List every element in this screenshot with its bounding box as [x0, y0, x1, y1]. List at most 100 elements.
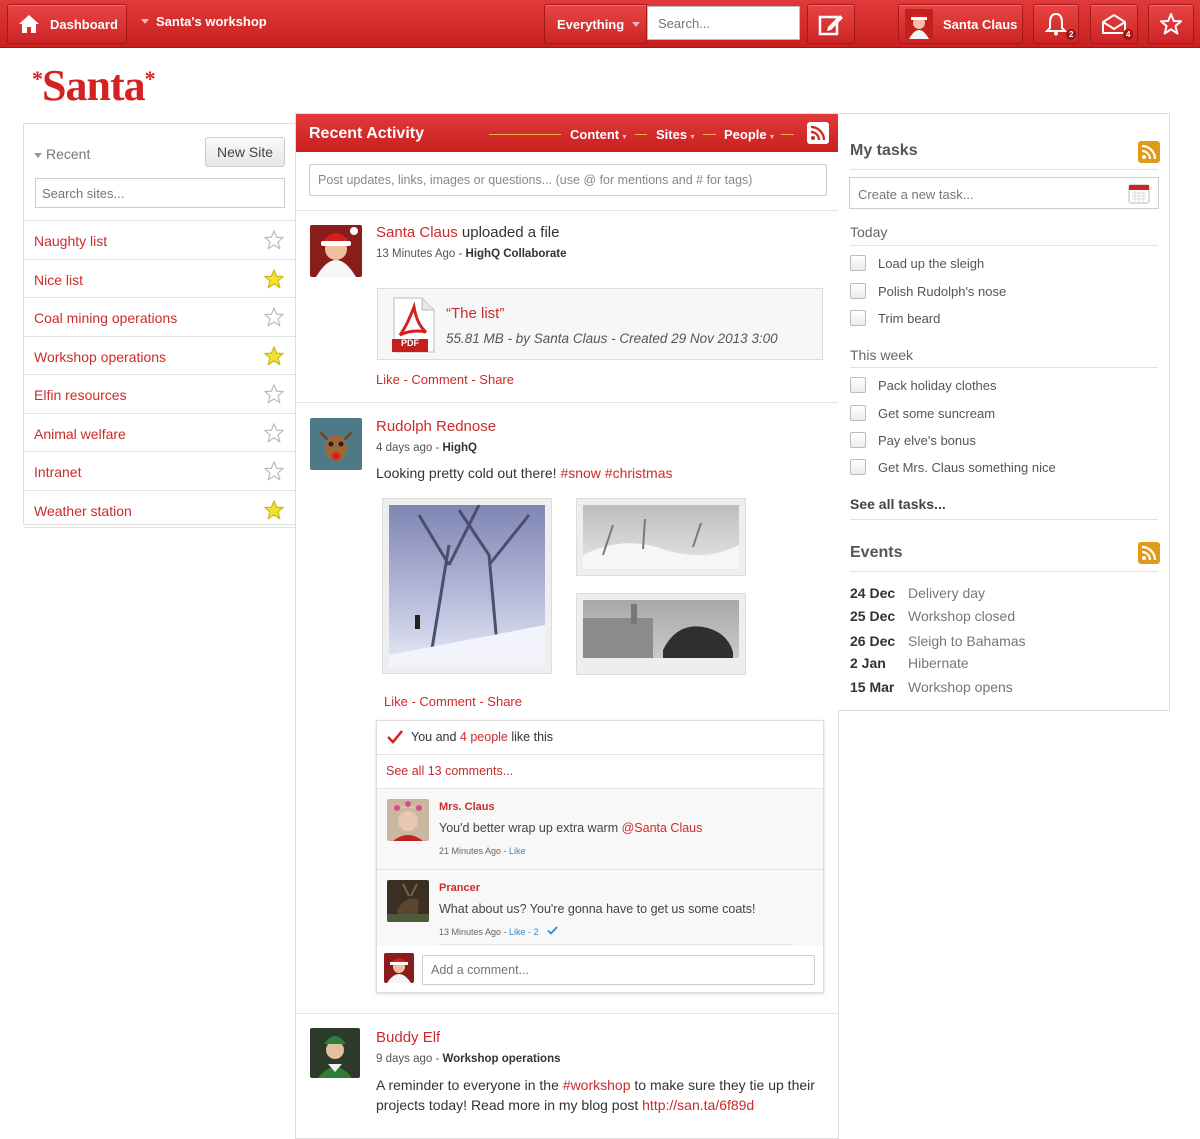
comments-box: You and 4 people like this See all 13 co…: [376, 720, 824, 993]
see-all-comments-link[interactable]: See all 13 comments...: [386, 764, 513, 778]
task-item[interactable]: Polish Rudolph's nose: [850, 283, 1006, 299]
avatar[interactable]: [310, 418, 362, 470]
rss-icon[interactable]: [1138, 141, 1160, 163]
sidebar-site-item[interactable]: Intranet: [24, 451, 295, 490]
compose-button[interactable]: [807, 4, 855, 44]
search-scope-dropdown[interactable]: Everything: [544, 4, 647, 44]
divider: [850, 245, 1158, 246]
star-outline-icon[interactable]: [263, 229, 285, 251]
star-filled-icon[interactable]: [263, 268, 285, 290]
sidebar-site-item[interactable]: Workshop operations: [24, 335, 295, 375]
search-input[interactable]: [647, 6, 800, 40]
filter-people[interactable]: People ▼: [724, 127, 776, 142]
avatar[interactable]: [310, 1028, 360, 1078]
divider: [296, 402, 838, 403]
event-item[interactable]: 26 Dec Sleigh to Bahamas: [850, 633, 1026, 649]
workshop-chevron-icon[interactable]: [141, 19, 149, 24]
comment-author[interactable]: Prancer: [439, 882, 480, 894]
mention-link[interactable]: @Santa Claus: [622, 821, 703, 835]
filter-content[interactable]: Content ▼: [570, 127, 628, 142]
comment-like-link[interactable]: Like - 2: [509, 927, 539, 937]
photo-lion-statue[interactable]: [577, 594, 745, 674]
event-item[interactable]: 25 Dec Workshop closed: [850, 608, 1015, 624]
rss-icon[interactable]: [807, 122, 829, 144]
task-item[interactable]: Pay elve's bonus: [850, 432, 976, 448]
comment-author[interactable]: Mrs. Claus: [439, 801, 495, 813]
event-item[interactable]: 24 Dec Delivery day: [850, 585, 985, 601]
post-actions[interactable]: Like - Comment - Share: [376, 372, 514, 387]
santa-logo[interactable]: *Santa*: [32, 60, 156, 111]
task-item[interactable]: Load up the sleigh: [850, 255, 984, 271]
file-attachment[interactable]: PDF “The list” 55.81 MB - by Santa Claus…: [377, 288, 823, 360]
divider: [850, 571, 1158, 572]
task-item[interactable]: Trim beard: [850, 310, 940, 326]
sidebar-site-label: Intranet: [34, 464, 82, 480]
avatar: [384, 953, 414, 983]
star-outline-icon[interactable]: [263, 422, 285, 444]
task-checkbox[interactable]: [850, 283, 866, 299]
post-site-link[interactable]: Workshop operations: [443, 1053, 561, 1065]
notifications-button[interactable]: 2: [1033, 4, 1079, 44]
star-filled-icon[interactable]: [263, 345, 285, 367]
avatar[interactable]: [310, 225, 362, 277]
photo-snowy-park[interactable]: [383, 499, 551, 673]
star-outline-icon[interactable]: [263, 306, 285, 328]
event-item[interactable]: 15 Mar Workshop opens: [850, 679, 1013, 695]
calendar-icon[interactable]: [1128, 182, 1150, 204]
star-filled-icon[interactable]: [263, 499, 285, 521]
task-item[interactable]: Pack holiday clothes: [850, 377, 997, 393]
messages-button[interactable]: 4: [1090, 4, 1138, 44]
task-checkbox[interactable]: [850, 310, 866, 326]
new-site-button[interactable]: New Site: [205, 137, 285, 167]
sidebar-site-item[interactable]: Coal mining operations: [24, 297, 295, 336]
photo-snowfall[interactable]: [577, 499, 745, 575]
post-site-link[interactable]: HighQ Collaborate: [466, 248, 567, 260]
sidebar-site-label: Weather station: [34, 502, 132, 519]
task-checkbox[interactable]: [850, 459, 866, 475]
post-author-link[interactable]: Rudolph Rednose: [376, 418, 496, 435]
task-item[interactable]: Get some suncream: [850, 405, 995, 421]
post-author-link[interactable]: Buddy Elf: [376, 1029, 440, 1046]
sidebar-site-item[interactable]: Nice list: [24, 258, 295, 298]
new-task-input[interactable]: Create a new task...: [849, 177, 1159, 209]
add-comment-input[interactable]: [422, 955, 815, 985]
task-checkbox[interactable]: [850, 377, 866, 393]
comment-like-link[interactable]: Like: [509, 846, 526, 856]
sidebar-site-item[interactable]: Weather station: [24, 489, 295, 528]
blog-post-link[interactable]: http://san.ta/6f89d: [642, 1097, 754, 1113]
star-outline-icon[interactable]: [263, 383, 285, 405]
rss-icon[interactable]: [1138, 542, 1160, 564]
post-site-link[interactable]: HighQ: [443, 442, 478, 454]
post-author-link[interactable]: Santa Claus: [376, 224, 458, 241]
dashboard-button[interactable]: Dashboard: [7, 4, 127, 44]
favorites-button[interactable]: [1148, 4, 1194, 44]
post-actions[interactable]: Like - Comment - Share: [384, 694, 522, 709]
event-item[interactable]: 2 Jan Hibernate: [850, 655, 969, 671]
top-bar: Dashboard Santa's workshop Everything Sa…: [0, 0, 1200, 48]
chevron-down-icon: [34, 152, 42, 158]
task-checkbox[interactable]: [850, 255, 866, 271]
comment-text: What about us? You're gonna have to get …: [439, 902, 756, 916]
hashtag-link[interactable]: #snow #christmas: [560, 465, 672, 481]
user-menu-button[interactable]: Santa Claus: [898, 4, 1023, 44]
sidebar-site-item[interactable]: Animal welfare: [24, 412, 295, 452]
avatar[interactable]: [387, 799, 429, 841]
star-outline-icon[interactable]: [263, 460, 285, 482]
likes-people-link[interactable]: 4 people: [460, 730, 508, 744]
site-search-input[interactable]: [35, 178, 285, 208]
sidebar-site-item[interactable]: Elfin resources: [24, 374, 295, 413]
status-update-input[interactable]: Post updates, links, images or questions…: [309, 164, 827, 196]
filter-sites[interactable]: Sites ▼: [656, 127, 696, 142]
sidebar-site-item[interactable]: Naughty list: [24, 220, 295, 259]
see-all-tasks-link[interactable]: See all tasks...: [850, 496, 946, 512]
task-checkbox[interactable]: [850, 405, 866, 421]
notifications-badge: 2: [1066, 29, 1077, 40]
hashtag-link[interactable]: #workshop: [563, 1077, 631, 1093]
recent-dropdown[interactable]: Recent: [34, 146, 90, 162]
current-site-link[interactable]: Santa's workshop: [156, 14, 267, 29]
file-title[interactable]: “The list”: [446, 305, 504, 322]
task-item[interactable]: Get Mrs. Claus something nice: [850, 459, 1056, 475]
recent-label: Recent: [46, 146, 91, 162]
task-checkbox[interactable]: [850, 432, 866, 448]
avatar[interactable]: [387, 880, 429, 922]
